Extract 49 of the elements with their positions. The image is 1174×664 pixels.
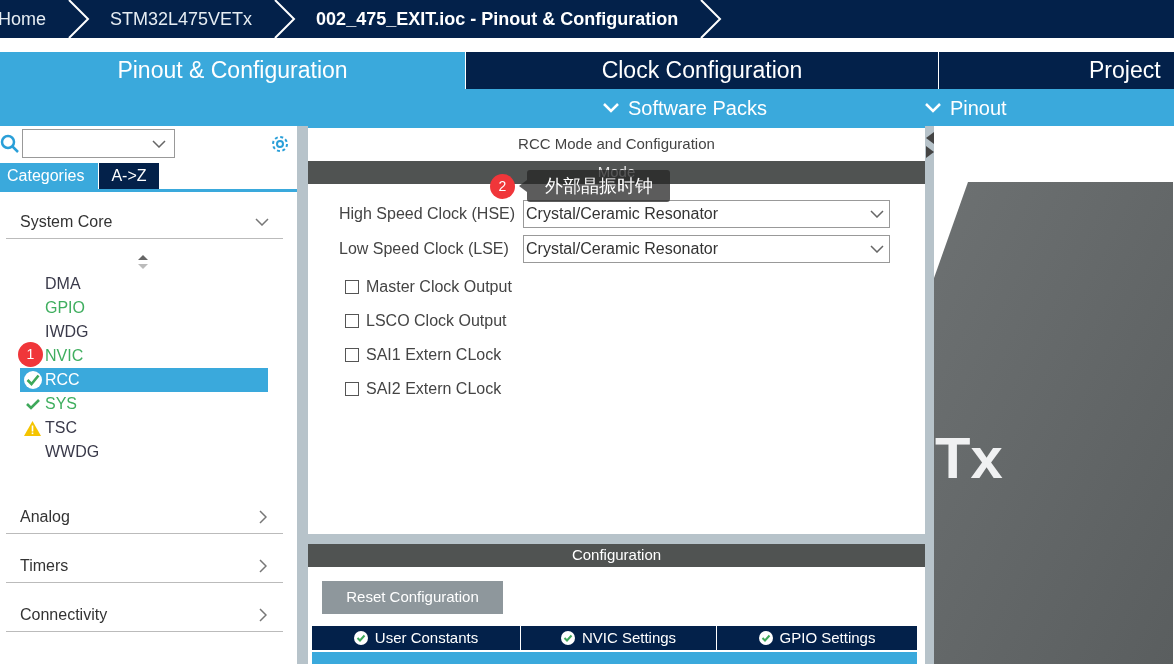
chevron-down-icon[interactable] [870, 245, 884, 253]
checkbox[interactable]: LSCO Clock Output [345, 304, 925, 338]
chevron-right-icon[interactable] [259, 510, 267, 524]
check-circle-icon [23, 371, 42, 389]
settings-icon[interactable] [270, 133, 290, 154]
chevron-down-icon[interactable] [870, 210, 884, 218]
peripheral-item[interactable]: TSC [45, 416, 77, 440]
view-tab[interactable]: A->Z [99, 163, 159, 189]
breadcrumb-item[interactable]: 002_475_EXIT.ioc - Pinout & Configuration [316, 5, 679, 33]
category-header[interactable]: System Core [20, 210, 255, 234]
chevron-down-icon[interactable] [152, 139, 166, 148]
checkbox[interactable]: SAI1 Extern CLock [345, 338, 925, 372]
breadcrumb-item[interactable]: Home [0, 5, 46, 33]
checkbox[interactable]: SAI2 Extern CLock [345, 372, 925, 406]
chevron-down-icon[interactable] [255, 218, 269, 226]
check-circle-icon [560, 631, 575, 645]
main-tab[interactable]: Clock Configuration [466, 52, 938, 89]
check-circle-icon [353, 631, 368, 645]
settings-tab[interactable]: GPIO Settings [717, 626, 917, 650]
chevron-right-icon [68, 0, 90, 38]
section-header: Configuration [308, 544, 925, 567]
checkbox[interactable]: Master Clock Output [345, 270, 925, 304]
chevron-down-icon [603, 102, 619, 113]
breadcrumb-item[interactable]: STM32L475VETx [110, 5, 253, 33]
chevron-down-icon [924, 102, 941, 113]
chevron-right-icon[interactable] [259, 608, 267, 622]
category-header[interactable]: Timers [20, 554, 259, 578]
settings-tab[interactable]: NVIC Settings [521, 626, 716, 650]
scroll-arrows-icon[interactable] [138, 255, 148, 269]
category-header[interactable]: Analog [20, 505, 259, 529]
warning-icon [24, 420, 41, 436]
peripheral-item[interactable]: IWDG [45, 320, 89, 344]
dropdown[interactable]: Crystal/Ceramic Resonator [523, 235, 890, 263]
search-field[interactable] [22, 129, 175, 158]
main-tab[interactable]: Project [939, 52, 1174, 89]
chevron-right-icon [274, 0, 297, 38]
chevron-right-icon [700, 0, 723, 38]
peripheral-item[interactable]: DMA [45, 272, 81, 296]
panel-title: RCC Mode and Configuration [517, 134, 716, 155]
category-header[interactable]: Connectivity [20, 603, 259, 627]
chip-label: Tx [935, 429, 1003, 487]
settings-tab[interactable]: User Constants [312, 626, 520, 650]
check-circle-icon [758, 631, 773, 645]
search-icon [0, 133, 20, 154]
field-label: Low Speed Clock (LSE) [339, 239, 510, 259]
peripheral-item[interactable]: WWDG [45, 440, 100, 464]
chevron-right-icon[interactable] [259, 559, 267, 573]
field-label: High Speed Clock (HSE) [339, 204, 517, 224]
check-icon [25, 399, 40, 410]
